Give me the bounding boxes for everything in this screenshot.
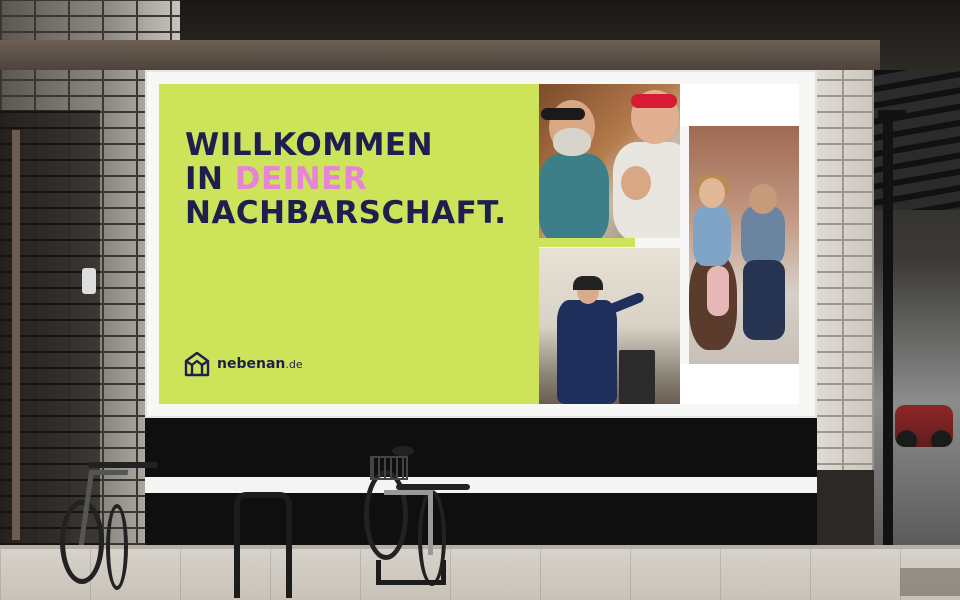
street-scene: WILLKOMMEN IN DEINER NACHBARSCHAFT. nebe… bbox=[0, 0, 960, 600]
girl-legs bbox=[707, 266, 729, 316]
white-grid-cell-top bbox=[680, 84, 799, 126]
white-ledge bbox=[145, 477, 817, 493]
curb bbox=[0, 545, 960, 549]
bike-seat bbox=[392, 446, 414, 456]
photo-dancing-man bbox=[539, 248, 680, 404]
street-pole bbox=[883, 110, 893, 545]
house-logo-icon bbox=[184, 351, 210, 377]
brand-tld: .de bbox=[285, 358, 303, 371]
headline-line-2-prefix: IN bbox=[185, 161, 224, 197]
parked-scooter bbox=[895, 405, 953, 447]
child-head bbox=[749, 184, 777, 214]
pillar-base bbox=[812, 470, 874, 545]
kitchen-stove bbox=[619, 350, 655, 404]
sidewalk bbox=[0, 545, 960, 600]
green-accent-strip bbox=[539, 238, 635, 247]
bike-center-frame bbox=[384, 490, 433, 555]
man-left-beard bbox=[553, 128, 591, 156]
headline-line-1: WILLKOMMEN bbox=[185, 127, 434, 163]
child-legs bbox=[743, 260, 785, 340]
girl-body bbox=[693, 206, 731, 266]
headphones bbox=[573, 276, 603, 290]
headline-line-3: NACHBARSCHAFT. bbox=[185, 195, 507, 231]
bridge-lintel bbox=[0, 40, 880, 70]
photo-two-seniors bbox=[539, 84, 680, 238]
bike-basket bbox=[370, 456, 408, 480]
street-pole-arm bbox=[878, 110, 906, 118]
girl-face bbox=[699, 178, 725, 208]
bike-rack bbox=[234, 492, 292, 598]
brand-name-main: nebenan bbox=[217, 356, 286, 372]
bike-left-handlebar bbox=[88, 462, 158, 468]
raised-hand bbox=[621, 166, 651, 200]
brand-name: nebenan.de bbox=[217, 356, 303, 372]
brand-logo: nebenan.de bbox=[183, 350, 303, 378]
photo-children-playing bbox=[689, 126, 799, 364]
wall-sign bbox=[82, 268, 96, 294]
grate bbox=[900, 568, 960, 596]
bike-center-handlebar bbox=[396, 484, 470, 490]
sunglasses-dark bbox=[541, 108, 585, 120]
man-left-body bbox=[539, 154, 609, 238]
billboard-headline: WILLKOMMEN IN DEINER NACHBARSCHAFT. bbox=[185, 128, 507, 230]
drain-pipe bbox=[12, 130, 20, 540]
child-body bbox=[741, 206, 785, 266]
headline-accent-word: DEINER bbox=[234, 161, 368, 197]
bike-rack-center bbox=[376, 560, 446, 585]
sunglasses-red bbox=[631, 94, 677, 108]
white-grid-cell-bottom bbox=[680, 364, 799, 404]
